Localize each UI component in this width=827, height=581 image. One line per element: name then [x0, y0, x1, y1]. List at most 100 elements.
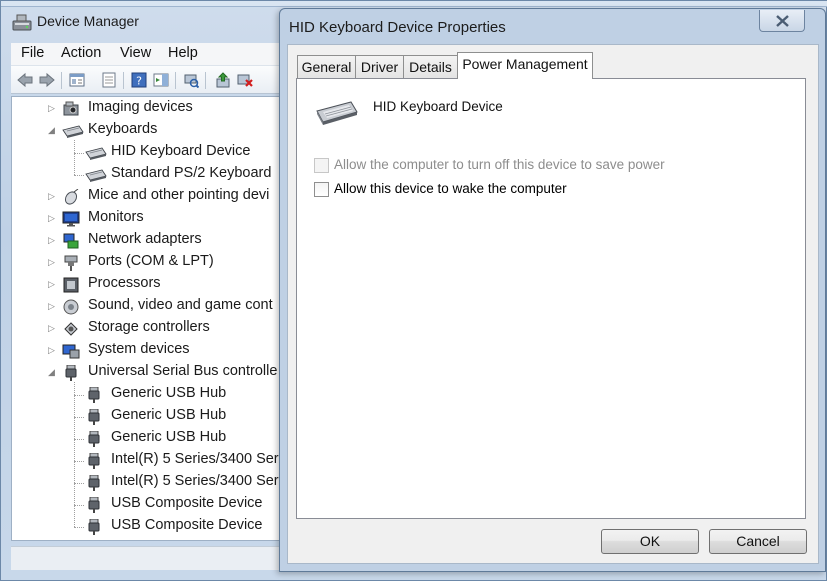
tree-category[interactable]: ▷ Processors	[12, 274, 282, 296]
back-arrow-icon[interactable]	[17, 72, 33, 88]
expand-arrow-right-icon[interactable]: ▷	[48, 321, 58, 335]
dialog-body: General Driver Details Power Management …	[287, 44, 819, 564]
action-pane-icon[interactable]	[153, 72, 169, 88]
tree-category[interactable]: ▷ Monitors	[12, 208, 282, 230]
tree-item-label: Mice and other pointing devi	[88, 187, 270, 203]
tree-guide-line	[74, 140, 75, 175]
close-icon	[775, 13, 790, 32]
tab-general[interactable]: General	[297, 55, 356, 79]
help-icon[interactable]: ?	[131, 72, 147, 88]
menu-view[interactable]: View	[120, 45, 151, 61]
tree-guide-line	[74, 175, 84, 176]
tree-item-label: Generic USB Hub	[111, 407, 227, 423]
ok-button[interactable]: OK	[601, 529, 699, 554]
menu-action[interactable]: Action	[61, 45, 101, 61]
processor-icon	[62, 277, 80, 293]
tree-item-label: USB Composite Device	[111, 517, 263, 533]
usb-plug-icon	[85, 430, 103, 447]
tab-power-management[interactable]: Power Management	[457, 52, 593, 79]
properties-dialog: HID Keyboard Device Properties General D…	[279, 8, 826, 572]
tree-category[interactable]: ◢ Universal Serial Bus controlle	[12, 362, 282, 384]
properties-icon[interactable]	[69, 72, 85, 88]
allow-wake-label[interactable]: Allow this device to wake the computer	[334, 181, 567, 196]
expand-arrow-right-icon[interactable]: ▷	[48, 343, 58, 357]
tree-item-label: Universal Serial Bus controlle	[88, 363, 278, 379]
system-device-icon	[62, 343, 80, 359]
expand-arrow-right-icon[interactable]: ▷	[48, 277, 58, 291]
expand-arrow-right-icon[interactable]: ▷	[48, 211, 58, 225]
scan-hardware-icon[interactable]	[183, 72, 200, 89]
tree-device[interactable]: HID Keyboard Device	[12, 142, 282, 164]
expand-arrow-down-icon[interactable]: ◢	[48, 123, 58, 137]
keyboard-icon	[85, 167, 107, 183]
tree-guide-line	[74, 153, 84, 154]
update-driver-icon[interactable]	[215, 72, 231, 88]
tree-item-label: Network adapters	[88, 231, 202, 247]
tree-category[interactable]: ▷ System devices	[12, 340, 282, 362]
toolbar-separator	[175, 72, 176, 89]
tree-category[interactable]: ▷ Ports (COM & LPT)	[12, 252, 282, 274]
expand-arrow-right-icon[interactable]: ▷	[48, 189, 58, 203]
toolbar-separator	[205, 72, 206, 89]
cancel-button[interactable]: Cancel	[709, 529, 807, 554]
power-management-panel: HID Keyboard Device Allow the computer t…	[296, 78, 806, 519]
usb-plug-icon	[85, 474, 103, 491]
tree-guide-line	[74, 505, 84, 506]
expand-arrow-right-icon[interactable]: ▷	[48, 233, 58, 247]
menu-bar: File Action View Help	[11, 43, 283, 65]
mouse-icon	[62, 188, 80, 205]
tree-device[interactable]: USB Composite Device	[12, 494, 282, 516]
tree-device[interactable]: USB Composite Device	[12, 516, 282, 538]
tree-device[interactable]: Intel(R) 5 Series/3400 Seri	[12, 450, 282, 472]
tree-category[interactable]: ▷ Network adapters	[12, 230, 282, 252]
tree-device[interactable]: Generic USB Hub	[12, 428, 282, 450]
menu-help[interactable]: Help	[168, 45, 198, 61]
monitor-icon	[62, 211, 80, 227]
tree-item-label: Storage controllers	[88, 319, 210, 335]
dialog-title: HID Keyboard Device Properties	[289, 19, 506, 36]
keyboard-icon	[62, 123, 84, 139]
tree-item-label: Monitors	[88, 209, 144, 225]
tree-device[interactable]: Generic USB Hub	[12, 384, 282, 406]
expand-arrow-right-icon[interactable]: ▷	[48, 255, 58, 269]
expand-arrow-right-icon[interactable]: ▷	[48, 101, 58, 115]
expand-arrow-right-icon[interactable]: ▷	[48, 299, 58, 313]
uninstall-device-icon[interactable]	[237, 72, 253, 88]
storage-controller-icon	[62, 321, 80, 337]
tree-device[interactable]: Generic USB Hub	[12, 406, 282, 428]
tree-category[interactable]: ▷ Storage controllers	[12, 318, 282, 340]
background-window-strip	[1, 1, 827, 7]
tree-guide-line	[74, 382, 75, 527]
tree-category[interactable]: ▷ Imaging devices	[12, 98, 282, 120]
allow-wake-checkbox[interactable]	[314, 182, 329, 197]
usb-plug-icon	[85, 496, 103, 513]
tree-item-label: Sound, video and game cont	[88, 297, 273, 313]
tree-device[interactable]: Standard PS/2 Keyboard	[12, 164, 282, 186]
tree-item-label: HID Keyboard Device	[111, 143, 251, 159]
show-hidden-icon[interactable]	[101, 72, 117, 88]
tree-item-label: Imaging devices	[88, 99, 193, 115]
tree-category[interactable]: ◢ Keyboards	[12, 120, 282, 142]
tree-category[interactable]: ▷ Mice and other pointing devi	[12, 186, 282, 208]
tree-guide-line	[74, 483, 84, 484]
tab-driver[interactable]: Driver	[355, 55, 404, 79]
usb-plug-icon	[85, 518, 103, 535]
tree-item-label: USB Composite Device	[111, 495, 263, 511]
device-tree[interactable]: ▷ Imaging devices ◢ Keyboards HID Keyboard D…	[11, 96, 283, 541]
toolbar: ?	[11, 65, 283, 94]
tab-details[interactable]: Details	[403, 55, 458, 79]
status-bar	[11, 546, 283, 570]
close-button[interactable]	[759, 10, 805, 32]
forward-arrow-icon[interactable]	[39, 72, 55, 88]
expand-arrow-down-icon[interactable]: ◢	[48, 365, 58, 379]
tree-category[interactable]: ▷ Sound, video and game cont	[12, 296, 282, 318]
menu-file[interactable]: File	[21, 45, 44, 61]
tree-item-label: Generic USB Hub	[111, 385, 227, 401]
toolbar-separator	[61, 72, 62, 89]
tree-device[interactable]: Intel(R) 5 Series/3400 Seri	[12, 472, 282, 494]
usb-plug-icon	[85, 408, 103, 425]
tree-item-label: Keyboards	[88, 121, 158, 137]
tree-guide-line	[74, 527, 84, 528]
device-name: HID Keyboard Device	[373, 99, 503, 114]
keyboard-icon	[85, 145, 107, 161]
